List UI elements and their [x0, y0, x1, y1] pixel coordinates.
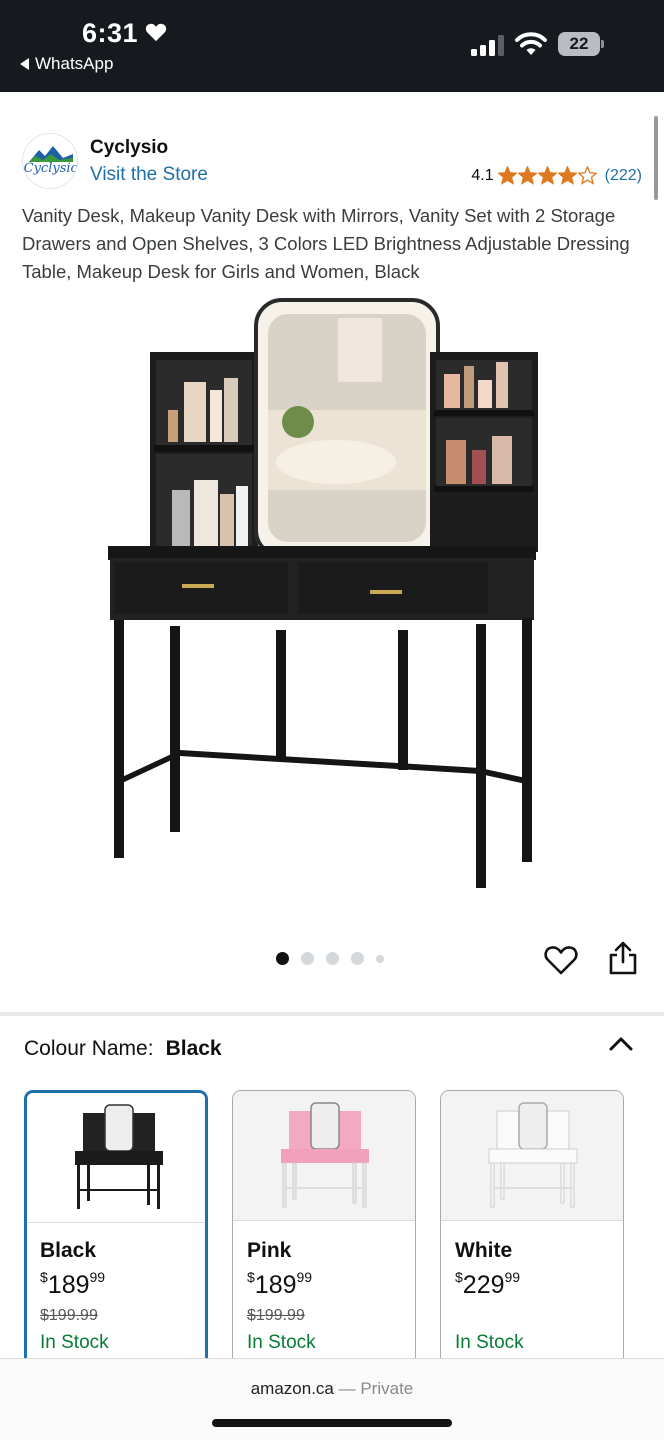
variant-name: White: [455, 1239, 513, 1262]
heart-icon: [145, 23, 167, 42]
rating-value: 4.1: [471, 166, 494, 184]
share-icon[interactable]: [608, 940, 638, 976]
variant-list-price: $199.99: [247, 1307, 305, 1324]
variant-stock: In Stock: [247, 1332, 316, 1353]
price-whole: 189: [47, 1271, 90, 1299]
url-separator: —: [333, 1379, 361, 1398]
pagination-dot[interactable]: [301, 952, 314, 965]
star-icon: [517, 166, 537, 185]
star-icon: [577, 166, 597, 185]
variant-price: $18999: [247, 1269, 312, 1300]
variant-stock: In Stock: [40, 1332, 109, 1353]
variant-name: Black: [40, 1239, 97, 1262]
star-icon: [497, 166, 517, 185]
colour-selected-value: Black: [165, 1037, 222, 1060]
rating-summary[interactable]: 4.1 (222): [471, 166, 642, 185]
variant-price: $22999: [455, 1269, 520, 1300]
brand-logo-image: Cyclysio: [24, 146, 78, 176]
signal-icon: [471, 35, 504, 56]
brand-logo-text: Cyclysio: [24, 161, 78, 176]
variant-price: $18999: [40, 1269, 105, 1300]
url-display[interactable]: amazon.ca — Private: [0, 1379, 664, 1399]
price-whole: 189: [254, 1271, 297, 1299]
chevron-up-icon[interactable]: [608, 1034, 634, 1054]
variant-list-price: $199.99: [40, 1307, 98, 1324]
colour-option-pink[interactable]: Pink $18999 $199.99 In Stock: [232, 1090, 416, 1390]
colour-name-row: Colour Name: Black: [24, 1037, 222, 1061]
rating-stars: [497, 166, 597, 185]
variant-image-black: [75, 1104, 163, 1209]
pagination-dot[interactable]: [276, 952, 289, 965]
price-currency: $: [40, 1269, 48, 1285]
colour-option-thumbnail: [441, 1091, 623, 1221]
variant-image-white: [488, 1102, 578, 1208]
colour-label: Colour Name:: [24, 1037, 154, 1060]
pagination-dot[interactable]: [376, 954, 384, 963]
home-indicator[interactable]: [212, 1419, 452, 1427]
back-arrow-icon: [20, 58, 29, 70]
colour-option-black[interactable]: Black $18999 $199.99 In Stock: [24, 1090, 208, 1390]
battery-tip: [601, 40, 604, 48]
wishlist-heart-icon[interactable]: [544, 944, 578, 976]
pagination-dot[interactable]: [351, 952, 364, 965]
price-fraction: 99: [89, 1269, 106, 1285]
scroll-indicator: [654, 116, 658, 200]
price-currency: $: [247, 1269, 255, 1285]
brand-logo[interactable]: Cyclysio: [22, 133, 78, 189]
browser-url-bar[interactable]: amazon.ca — Private: [0, 1358, 664, 1440]
battery-icon: 22: [558, 32, 604, 56]
back-app-label: WhatsApp: [35, 54, 114, 73]
brand-name: Cyclysio: [90, 137, 169, 158]
price-fraction: 99: [296, 1269, 313, 1285]
price-whole: 229: [462, 1271, 505, 1299]
star-icon: [537, 166, 557, 185]
colour-option-thumbnail: [27, 1093, 205, 1223]
url-domain: amazon.ca: [250, 1379, 334, 1398]
visit-store-link[interactable]: Visit the Store: [90, 164, 208, 186]
status-bar: 6:31 WhatsApp 22: [0, 0, 664, 92]
variant-name: Pink: [247, 1239, 292, 1262]
colour-option-white[interactable]: White $22999 In Stock: [440, 1090, 624, 1390]
rating-count[interactable]: (222): [605, 167, 642, 185]
image-pagination: [276, 952, 384, 965]
variant-stock: In Stock: [455, 1332, 524, 1353]
wifi-icon: [515, 32, 547, 55]
product-title: Vanity Desk, Makeup Vanity Desk with Mir…: [22, 205, 630, 282]
section-divider: [0, 1012, 664, 1016]
price-currency: $: [455, 1269, 463, 1285]
browsing-mode: Private: [360, 1379, 414, 1398]
back-to-app-link[interactable]: WhatsApp: [20, 54, 113, 74]
price-fraction: 99: [504, 1269, 521, 1285]
colour-option-thumbnail: [233, 1091, 415, 1221]
battery-level: 22: [558, 32, 600, 56]
product-image[interactable]: [100, 290, 550, 900]
star-icon: [557, 166, 577, 185]
pagination-dot[interactable]: [326, 952, 339, 965]
status-time: 6:31: [82, 18, 139, 48]
variant-image-pink: [281, 1102, 369, 1208]
